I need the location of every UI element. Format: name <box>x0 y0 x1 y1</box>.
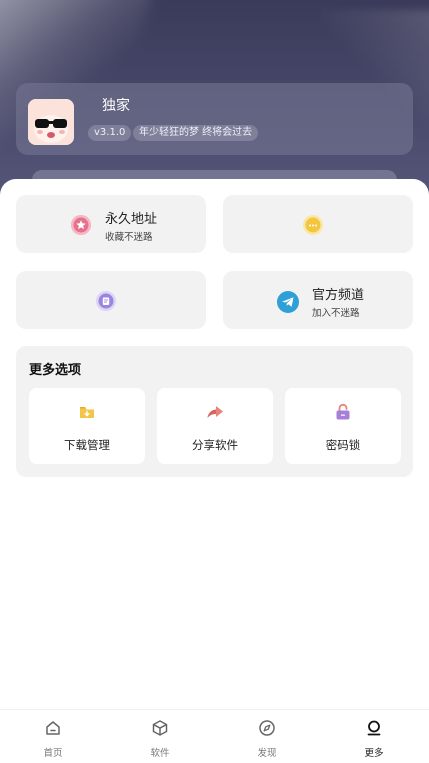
box-icon <box>152 720 168 736</box>
chat-bubble-icon <box>303 215 323 235</box>
profile-header: 独家 v3.1.0 年少轻狂的梦 终将会过去 <box>0 0 429 200</box>
nav-item-discover[interactable]: 发现 <box>237 718 297 762</box>
download-folder-icon <box>77 402 97 422</box>
card-title: 永久地址 <box>105 212 158 227</box>
profile-card: 独家 v3.1.0 年少轻狂的梦 终将会过去 <box>16 83 413 155</box>
option-label: 下载管理 <box>64 438 110 452</box>
official-channel-card[interactable]: 官方频道 加入不迷路 <box>223 271 413 329</box>
chat-card[interactable] <box>223 195 413 253</box>
permanent-address-card[interactable]: 永久地址 收藏不迷路 <box>16 195 206 253</box>
option-label: 密码锁 <box>325 438 361 452</box>
document-card[interactable] <box>16 271 206 329</box>
share-arrow-icon <box>205 402 225 422</box>
main-sheet: 永久地址 收藏不迷路 官方频道 加入不迷路 更多选项 下载管理 分享软件 密码锁 <box>0 179 429 709</box>
home-icon <box>46 721 60 735</box>
more-options-panel: 更多选项 下载管理 分享软件 密码锁 <box>16 346 413 477</box>
nav-label: 更多 <box>364 748 384 759</box>
avatar[interactable] <box>28 99 74 145</box>
slogan-badge: 年少轻狂的梦 终将会过去 <box>133 125 259 141</box>
card-title: 官方频道 <box>312 288 365 303</box>
user-icon <box>367 720 381 736</box>
telegram-icon <box>277 291 299 313</box>
bottom-navigation: 首页 软件 发现 更多 <box>0 709 429 763</box>
nav-label: 首页 <box>43 748 63 759</box>
option-label: 分享软件 <box>192 438 238 452</box>
app-title: 独家 <box>102 98 130 114</box>
share-app-button[interactable]: 分享软件 <box>157 388 273 464</box>
star-icon <box>71 215 91 235</box>
card-subtitle: 加入不迷路 <box>312 308 360 319</box>
compass-icon <box>259 720 275 736</box>
nav-item-software[interactable]: 软件 <box>130 718 190 762</box>
section-title: 更多选项 <box>29 363 82 378</box>
version-badge: v3.1.0 <box>88 125 132 141</box>
lock-icon <box>333 402 353 422</box>
nav-label: 发现 <box>257 748 277 759</box>
card-subtitle: 收藏不迷路 <box>105 232 153 243</box>
nav-label: 软件 <box>150 748 170 759</box>
download-manager-button[interactable]: 下载管理 <box>29 388 145 464</box>
nav-item-home[interactable]: 首页 <box>23 718 83 762</box>
password-lock-button[interactable]: 密码锁 <box>285 388 401 464</box>
nav-item-more[interactable]: 更多 <box>344 718 404 762</box>
document-icon <box>96 291 116 311</box>
